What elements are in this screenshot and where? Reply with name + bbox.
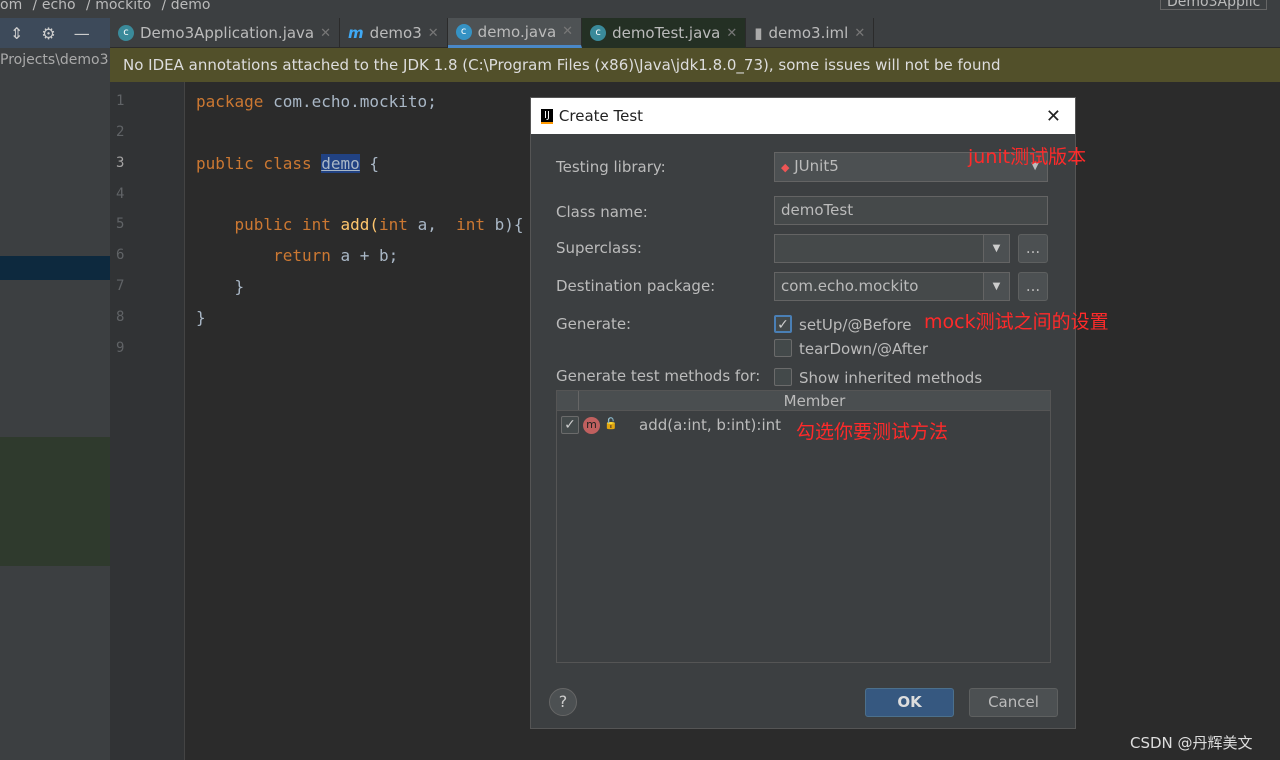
class-name-label: Class name: [556,203,648,221]
superclass-label: Superclass: [556,239,642,257]
breadcrumb-item[interactable]: mockito [95,0,151,13]
member-signature: add(a:int, b:int):int [639,416,782,434]
superclass-input[interactable] [774,234,984,263]
collapse-icon[interactable]: ⇕ [10,24,23,43]
superclass-browse-button[interactable]: ... [1018,234,1048,263]
code-line: package com.echo.mockito; [196,92,437,111]
file-icon: ▮ [754,24,763,42]
tab-label: demoTest.java [612,24,721,42]
project-toolbar: ⇕ ⚙ — [0,18,110,48]
close-icon[interactable]: ✕ [320,26,331,41]
line-number: 7 [116,278,125,294]
code-line: } [196,277,245,296]
superclass-dropdown[interactable]: ▼ [983,234,1010,263]
annotation-select: 勾选你要测试方法 [796,421,949,443]
methods-label: Generate test methods for: [556,367,761,385]
teardown-label: tearDown/@After [799,340,929,358]
maven-icon: m [348,24,364,42]
tab-label: demo3.iml [768,24,849,42]
line-number: 3 [116,155,125,171]
code-line: public class demo { [196,154,380,173]
code-line: public int add(int a, int b){ [196,215,524,234]
annotation-junit: junit测试版本 [968,146,1087,168]
project-panel [0,48,110,760]
tab-label: demo3 [369,24,422,42]
close-icon[interactable]: ✕ [428,26,439,41]
close-icon[interactable]: ✕ [854,26,865,41]
close-icon[interactable]: ✕ [1046,106,1061,127]
teardown-checkbox[interactable] [774,339,792,357]
project-path: Projects\demo3 [0,52,109,68]
editor-tabs: c Demo3Application.java ✕ m demo3 ✕ c demo.ja… [110,18,1280,48]
run-config-selector[interactable]: Demo3Applic [1160,0,1268,10]
create-test-dialog: IJ Create Test ✕ Testing library: ◆ JUni… [530,97,1076,729]
class-icon: c [455,23,472,40]
gear-icon[interactable]: ⚙ [41,24,55,43]
tab-demo3-iml[interactable]: ▮ demo3.iml ✕ [746,18,875,48]
method-icon: m [583,417,600,434]
breadcrumb: om / echo / mockito / demo Demo3Applic [0,0,1280,18]
line-number: 6 [116,247,125,263]
cancel-button[interactable]: Cancel [969,688,1058,717]
notification-bar: No IDEA annotations attached to the JDK … [110,48,1280,82]
destination-input[interactable]: com.echo.mockito [774,272,984,301]
tab-demotest-java[interactable]: c demoTest.java ✕ [582,18,747,48]
annotation-mock: mock测试之间的设置 [924,311,1109,333]
spring-class-icon: c [118,25,134,41]
tab-label: demo.java [477,22,557,41]
minimize-icon[interactable]: — [74,24,90,43]
destination-label: Destination package: [556,277,716,295]
testing-library-label: Testing library: [556,158,666,176]
tab-label: Demo3Application.java [140,24,315,42]
test-class-icon: c [590,25,607,41]
line-number: 5 [116,216,125,232]
dialog-title: Create Test [558,107,644,125]
tab-demo3[interactable]: m demo3 ✕ [340,18,448,48]
member-column-header[interactable]: Member [579,391,1050,410]
help-button[interactable]: ? [549,688,577,716]
breadcrumb-item[interactable]: echo [42,0,76,13]
tab-demo3application[interactable]: c Demo3Application.java ✕ [110,18,341,48]
generate-label: Generate: [556,315,632,333]
close-icon[interactable]: ✕ [562,24,573,39]
close-icon[interactable]: ✕ [726,26,737,41]
tab-demo-java[interactable]: c demo.java ✕ [447,18,583,48]
member-checkbox[interactable]: ✓ [561,416,579,434]
breadcrumb-item[interactable]: om [0,0,22,13]
ok-button[interactable]: OK [865,688,954,717]
show-inherited-label: Show inherited methods [799,369,983,387]
dialog-title-bar: IJ Create Test ✕ [531,98,1075,134]
setup-label: setUp/@Before [799,316,912,334]
code-line: } [196,308,206,327]
class-name-input[interactable]: demoTest [774,196,1048,225]
intellij-logo-icon: IJ [541,108,553,124]
selected-tree-row[interactable] [0,256,110,280]
destination-browse-button[interactable]: ... [1018,272,1048,301]
show-inherited-checkbox[interactable] [774,368,792,386]
line-number: 2 [116,124,125,140]
line-number: 4 [116,186,125,202]
watermark: CSDN @丹辉美文 [1130,734,1253,752]
line-number: 9 [116,340,125,356]
public-lock-icon: 🔓 [604,417,618,430]
member-table-header: Member [557,391,1050,411]
line-number: 8 [116,309,125,325]
breadcrumb-item[interactable]: demo [171,0,211,13]
highlight-region [0,437,110,566]
setup-checkbox[interactable]: ✓ [774,315,792,333]
destination-dropdown[interactable]: ▼ [983,272,1010,301]
code-line: return a + b; [196,246,399,265]
line-number: 1 [116,93,125,109]
line-gutter: 1 2 3 4 5 6 7 8 9 [110,82,185,760]
testing-library-value: JUnit5 [794,157,839,175]
